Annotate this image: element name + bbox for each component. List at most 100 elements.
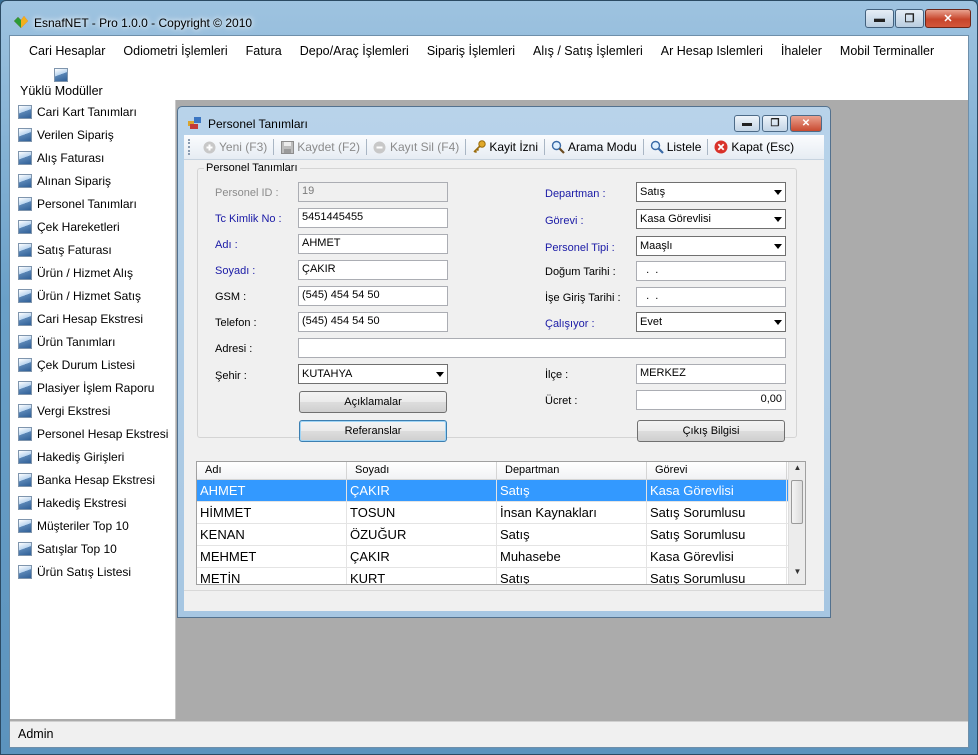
sidebar-item-label: Çek Hareketleri: [37, 219, 120, 234]
ucret-field[interactable]: 0,00: [636, 390, 786, 410]
sidebar-item-cari-kart[interactable]: Cari Kart Tanımları: [10, 100, 175, 123]
table-row[interactable]: METİN KURT Satış Satış Sorumlusu: [197, 568, 805, 584]
sidebar-item-cek-hareketleri[interactable]: Çek Hareketleri: [10, 215, 175, 238]
child-close-button[interactable]: ✕: [790, 115, 822, 132]
delete-record-button[interactable]: Kayıt Sil (F4): [368, 140, 464, 154]
soyadi-field[interactable]: ÇAKIR: [298, 260, 448, 280]
title-bar[interactable]: EsnafNET - Pro 1.0.0 - Copyright © 2010 …: [1, 1, 977, 35]
table-row[interactable]: KENAN ÖZUĞUR Satış Satış Sorumlusu: [197, 524, 805, 546]
close-form-button[interactable]: Kapat (Esc): [709, 140, 799, 154]
sidebar: Cari Kart Tanımları Verilen Sipariş Alış…: [10, 100, 176, 719]
column-header-departman[interactable]: Departman: [497, 462, 647, 479]
maximize-button[interactable]: ❐: [895, 9, 924, 28]
sidebar-item-satislar-top-10[interactable]: Satışlar Top 10: [10, 537, 175, 560]
new-button[interactable]: Yeni (F3): [197, 140, 272, 154]
menu-odiometri[interactable]: Odiometri İşlemleri: [114, 44, 236, 58]
sidebar-item-urun-hizmet-alis[interactable]: Ürün / Hizmet Alış: [10, 261, 175, 284]
column-header-adi[interactable]: Adı: [197, 462, 347, 479]
scroll-thumb[interactable]: [791, 480, 803, 524]
sidebar-item-banka-hesap-ekstresi[interactable]: Banka Hesap Ekstresi: [10, 468, 175, 491]
menu-fatura[interactable]: Fatura: [237, 44, 291, 58]
scroll-down-arrow-icon[interactable]: ▼: [789, 567, 805, 583]
sidebar-item-hakedis-ekstresi[interactable]: Hakediş Ekstresi: [10, 491, 175, 514]
save-label: Kaydet (F2): [297, 140, 360, 154]
sidebar-item-urun-tanimlari[interactable]: Ürün Tanımları: [10, 330, 175, 353]
sidebar-item-label: Personel Hesap Ekstresi: [37, 426, 169, 441]
list-button[interactable]: Listele: [645, 140, 707, 154]
dogum-tarihi-field[interactable]: . .: [636, 261, 786, 281]
calisiyor-select[interactable]: Evet: [636, 312, 786, 332]
close-button[interactable]: ✕: [925, 9, 971, 28]
sidebar-item-alis-faturasi[interactable]: Alış Faturası: [10, 146, 175, 169]
menu-mobil-terminaller[interactable]: Mobil Terminaller: [831, 44, 943, 58]
personel-window: Personel Tanımları ▬ ❐ ✕ Yeni (F3) Kayde: [177, 106, 831, 618]
modules-label[interactable]: Yüklü Modüller: [20, 84, 103, 98]
sidebar-item-personel-hesap-ekstresi[interactable]: Personel Hesap Ekstresi: [10, 422, 175, 445]
menu-bar: Cari Hesaplar Odiometri İşlemleri Fatura…: [10, 36, 968, 66]
departman-select[interactable]: Satış: [636, 182, 786, 202]
sidebar-item-urun-satis-listesi[interactable]: Ürün Satış Listesi: [10, 560, 175, 583]
menu-cari-hesaplar[interactable]: Cari Hesaplar: [20, 44, 114, 58]
table-row[interactable]: MEHMET ÇAKIR Muhasebe Kasa Görevlisi: [197, 546, 805, 568]
table-row[interactable]: AHMET ÇAKIR Satış Kasa Görevlisi: [197, 480, 805, 502]
toolbar-separator: [273, 139, 275, 155]
column-header-gorevi[interactable]: Görevi: [647, 462, 787, 479]
sidebar-item-hakedis-girisleri[interactable]: Hakediş Girişleri: [10, 445, 175, 468]
aciklamalar-button[interactable]: Açıklamalar: [299, 391, 447, 413]
permission-label: Kayit İzni: [489, 140, 538, 154]
toolbar-grip[interactable]: [188, 139, 191, 155]
column-header-soyadi[interactable]: Soyadı: [347, 462, 497, 479]
adresi-field[interactable]: [298, 338, 786, 358]
child-minimize-button[interactable]: ▬: [734, 115, 760, 132]
tc-label: Tc Kimlik No :: [215, 213, 282, 225]
sidebar-item-musteriler-top-10[interactable]: Müşteriler Top 10: [10, 514, 175, 537]
sidebar-item-vergi-ekstresi[interactable]: Vergi Ekstresi: [10, 399, 175, 422]
sidebar-item-alinan-siparis[interactable]: Alınan Sipariş: [10, 169, 175, 192]
adi-field[interactable]: AHMET: [298, 234, 448, 254]
grid-vertical-scrollbar[interactable]: ▲ ▼: [788, 462, 805, 584]
table-cell: KURT: [347, 568, 497, 584]
tc-field[interactable]: 5451445455: [298, 208, 448, 228]
table-cell: Satış: [497, 568, 647, 584]
sidebar-item-satis-faturasi[interactable]: Satış Faturası: [10, 238, 175, 261]
gorevi-label: Görevi :: [545, 215, 584, 227]
picture-icon: [18, 127, 32, 142]
calisiyor-label: Çalışıyor :: [545, 318, 595, 330]
sehir-select[interactable]: KUTAHYA: [298, 364, 448, 384]
menu-ihaleler[interactable]: İhaleler: [772, 44, 831, 58]
gsm-field[interactable]: (545) 454 54 50: [298, 286, 448, 306]
menu-ar-hesap[interactable]: Ar Hesap Islemleri: [652, 44, 772, 58]
picture-icon: [18, 426, 32, 441]
sidebar-item-verilen-siparis[interactable]: Verilen Sipariş: [10, 123, 175, 146]
child-maximize-button[interactable]: ❐: [762, 115, 788, 132]
sidebar-item-label: Plasiyer İşlem Raporu: [37, 380, 155, 395]
telefon-label: Telefon :: [215, 317, 257, 329]
sidebar-item-cek-durum-listesi[interactable]: Çek Durum Listesi: [10, 353, 175, 376]
scroll-up-arrow-icon[interactable]: ▲: [789, 463, 805, 479]
record-permission-button[interactable]: Kayit İzni: [467, 140, 543, 154]
picture-icon: [18, 357, 32, 372]
menu-alis-satis[interactable]: Alış / Satış İşlemleri: [524, 44, 652, 58]
save-button[interactable]: Kaydet (F2): [275, 140, 365, 154]
sidebar-item-plasiyer-islem-raporu[interactable]: Plasiyer İşlem Raporu: [10, 376, 175, 399]
dropdown-arrow-icon: [774, 190, 782, 195]
minimize-button[interactable]: ▬: [865, 9, 894, 28]
cikis-bilgisi-button[interactable]: Çıkış Bilgisi: [637, 420, 785, 442]
sidebar-item-cari-hesap-ekstresi[interactable]: Cari Hesap Ekstresi: [10, 307, 175, 330]
telefon-field[interactable]: (545) 454 54 50: [298, 312, 448, 332]
gorevi-select[interactable]: Kasa Görevlisi: [636, 209, 786, 229]
modules-picture-icon[interactable]: [54, 68, 68, 82]
search-mode-button[interactable]: Arama Modu: [546, 140, 642, 154]
sidebar-item-urun-hizmet-satis[interactable]: Ürün / Hizmet Satış: [10, 284, 175, 307]
sidebar-item-personel-tanimlari[interactable]: Personel Tanımları: [10, 192, 175, 215]
menu-siparis[interactable]: Sipariş İşlemleri: [418, 44, 524, 58]
sidebar-item-label: Çek Durum Listesi: [37, 357, 136, 372]
sidebar-item-label: Hakediş Girişleri: [37, 449, 125, 464]
referanslar-button[interactable]: Referanslar: [299, 420, 447, 442]
menu-depo-arac[interactable]: Depo/Araç İşlemleri: [291, 44, 418, 58]
personel-id-field[interactable]: 19: [298, 182, 448, 202]
table-row[interactable]: HİMMET TOSUN İnsan Kaynakları Satış Soru…: [197, 502, 805, 524]
personel-tipi-select[interactable]: Maaşlı: [636, 236, 786, 256]
ise-giris-tarihi-field[interactable]: . .: [636, 287, 786, 307]
ilce-field[interactable]: MERKEZ: [636, 364, 786, 384]
